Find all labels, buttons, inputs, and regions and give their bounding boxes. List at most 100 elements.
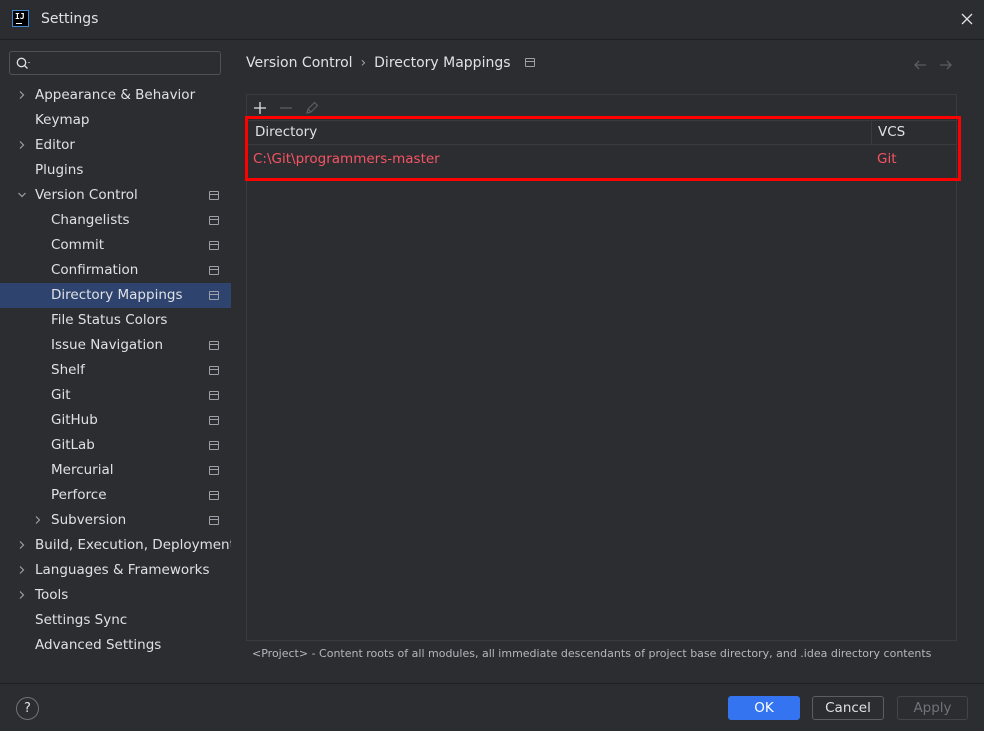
back-arrow-icon[interactable] xyxy=(913,59,927,71)
sidebar-item-github[interactable]: GitHub xyxy=(0,408,231,433)
sidebar-item-label: Editor xyxy=(35,137,75,153)
table-row[interactable]: C:\Git\programmers-master Git xyxy=(247,146,956,173)
sidebar-item-shelf[interactable]: Shelf xyxy=(0,358,231,383)
project-level-icon xyxy=(209,416,219,425)
sidebar-item-changelists[interactable]: Changelists xyxy=(0,208,231,233)
sidebar-item-keymap[interactable]: Keymap xyxy=(0,108,231,133)
mappings-toolbar xyxy=(247,95,956,120)
sidebar-item-label: GitLab xyxy=(51,437,95,453)
sidebar-item-settings-sync[interactable]: Settings Sync xyxy=(0,608,231,633)
project-footnote: <Project> - Content roots of all modules… xyxy=(252,647,932,660)
mappings-panel: Directory VCS C:\Git\programmers-master … xyxy=(246,94,957,641)
search-icon xyxy=(16,57,30,69)
title-bar: IJ Settings xyxy=(0,0,984,40)
sidebar-item-git[interactable]: Git xyxy=(0,383,231,408)
sidebar-item-label: Settings Sync xyxy=(35,612,128,628)
sidebar-item-mercurial[interactable]: Mercurial xyxy=(0,458,231,483)
project-level-icon xyxy=(209,441,219,450)
settings-tree: Appearance & Behavior Keymap Editor Plugins… xyxy=(0,83,235,658)
sidebar-item-label: Directory Mappings xyxy=(51,287,183,303)
project-level-icon xyxy=(209,191,219,200)
project-level-icon xyxy=(209,466,219,475)
project-level-icon xyxy=(209,341,219,350)
project-level-icon xyxy=(209,516,219,525)
project-level-icon xyxy=(209,241,219,250)
sidebar-item-editor[interactable]: Editor xyxy=(0,133,231,158)
chevron-right-icon[interactable] xyxy=(17,540,27,550)
sidebar-item-label: Languages & Frameworks xyxy=(35,562,210,578)
sidebar-item-label: Confirmation xyxy=(51,262,139,278)
cancel-button[interactable]: Cancel xyxy=(812,696,884,720)
sidebar-item-commit[interactable]: Commit xyxy=(0,233,231,258)
sidebar-item-tools[interactable]: Tools xyxy=(0,583,231,608)
project-level-icon xyxy=(209,291,219,300)
sidebar-item-subversion[interactable]: Subversion xyxy=(0,508,231,533)
breadcrumb-separator: › xyxy=(360,55,367,71)
add-icon[interactable] xyxy=(252,100,268,116)
chevron-down-icon[interactable] xyxy=(17,190,27,200)
sidebar-item-label: Appearance & Behavior xyxy=(35,87,196,103)
sidebar-item-label: Mercurial xyxy=(51,462,114,478)
apply-button[interactable]: Apply xyxy=(897,696,968,720)
chevron-right-icon[interactable] xyxy=(33,515,43,525)
settings-sidebar: Appearance & Behavior Keymap Editor Plugins… xyxy=(0,41,235,683)
sidebar-item-label: Version Control xyxy=(35,187,138,203)
sidebar-item-confirmation[interactable]: Confirmation xyxy=(0,258,231,283)
intellij-logo-icon: IJ xyxy=(12,10,29,27)
breadcrumb: Version Control › Directory Mappings xyxy=(246,55,535,71)
project-level-icon xyxy=(209,266,219,275)
column-header-vcs[interactable]: VCS xyxy=(878,121,905,144)
sidebar-item-advanced-settings[interactable]: Advanced Settings xyxy=(0,633,231,658)
main-panel: Version Control › Directory Mappings Direc… xyxy=(231,41,984,683)
sidebar-item-issue-navigation[interactable]: Issue Navigation xyxy=(0,333,231,358)
project-level-icon xyxy=(209,216,219,225)
mapping-directory: C:\Git\programmers-master xyxy=(253,151,440,167)
chevron-right-icon[interactable] xyxy=(17,140,27,150)
sidebar-item-label: Advanced Settings xyxy=(35,637,162,653)
remove-icon[interactable] xyxy=(278,100,294,116)
project-level-icon xyxy=(209,366,219,375)
sidebar-item-label: Plugins xyxy=(35,162,84,178)
sidebar-item-appearance-behavior[interactable]: Appearance & Behavior xyxy=(0,83,231,108)
sidebar-item-label: Changelists xyxy=(51,212,130,228)
sidebar-item-label: Shelf xyxy=(51,362,85,378)
breadcrumb-current: Directory Mappings xyxy=(374,55,511,71)
sidebar-item-version-control[interactable]: Version Control xyxy=(0,183,231,208)
sidebar-item-label: Issue Navigation xyxy=(51,337,164,353)
project-level-icon xyxy=(524,58,535,67)
table-header: Directory VCS xyxy=(247,120,956,145)
sidebar-item-file-status-colors[interactable]: File Status Colors xyxy=(0,308,231,333)
project-level-icon xyxy=(209,491,219,500)
breadcrumb-parent[interactable]: Version Control xyxy=(246,55,353,71)
sidebar-item-label: Build, Execution, Deployment xyxy=(35,537,235,553)
sidebar-item-languages-frameworks[interactable]: Languages & Frameworks xyxy=(0,558,231,583)
help-button[interactable]: ? xyxy=(16,697,39,720)
sidebar-item-label: Commit xyxy=(51,237,105,253)
sidebar-item-label: GitHub xyxy=(51,412,98,428)
edit-icon[interactable] xyxy=(304,100,320,116)
forward-arrow-icon[interactable] xyxy=(939,59,953,71)
sidebar-item-label: File Status Colors xyxy=(51,312,168,328)
project-level-icon xyxy=(209,391,219,400)
ok-button[interactable]: OK xyxy=(728,696,800,720)
sidebar-item-label: Subversion xyxy=(51,512,127,528)
sidebar-item-perforce[interactable]: Perforce xyxy=(0,483,231,508)
window-title: Settings xyxy=(41,11,99,27)
dialog-footer: ? OK Cancel Apply xyxy=(0,683,984,731)
sidebar-item-plugins[interactable]: Plugins xyxy=(0,158,231,183)
sidebar-item-label: Keymap xyxy=(35,112,90,128)
sidebar-item-directory-mappings[interactable]: Directory Mappings xyxy=(0,283,231,308)
sidebar-item-label: Tools xyxy=(35,587,69,603)
sidebar-item-build-execution-deployment[interactable]: Build, Execution, Deployment xyxy=(0,533,235,558)
sidebar-item-label: Perforce xyxy=(51,487,107,503)
mapping-vcs: Git xyxy=(877,151,897,167)
close-icon[interactable] xyxy=(960,12,974,26)
search-input[interactable] xyxy=(36,54,216,72)
chevron-right-icon[interactable] xyxy=(17,590,27,600)
column-divider[interactable] xyxy=(871,121,872,144)
chevron-right-icon[interactable] xyxy=(17,90,27,100)
column-header-directory[interactable]: Directory xyxy=(255,121,317,144)
search-box[interactable] xyxy=(9,51,221,75)
chevron-right-icon[interactable] xyxy=(17,565,27,575)
sidebar-item-gitlab[interactable]: GitLab xyxy=(0,433,231,458)
